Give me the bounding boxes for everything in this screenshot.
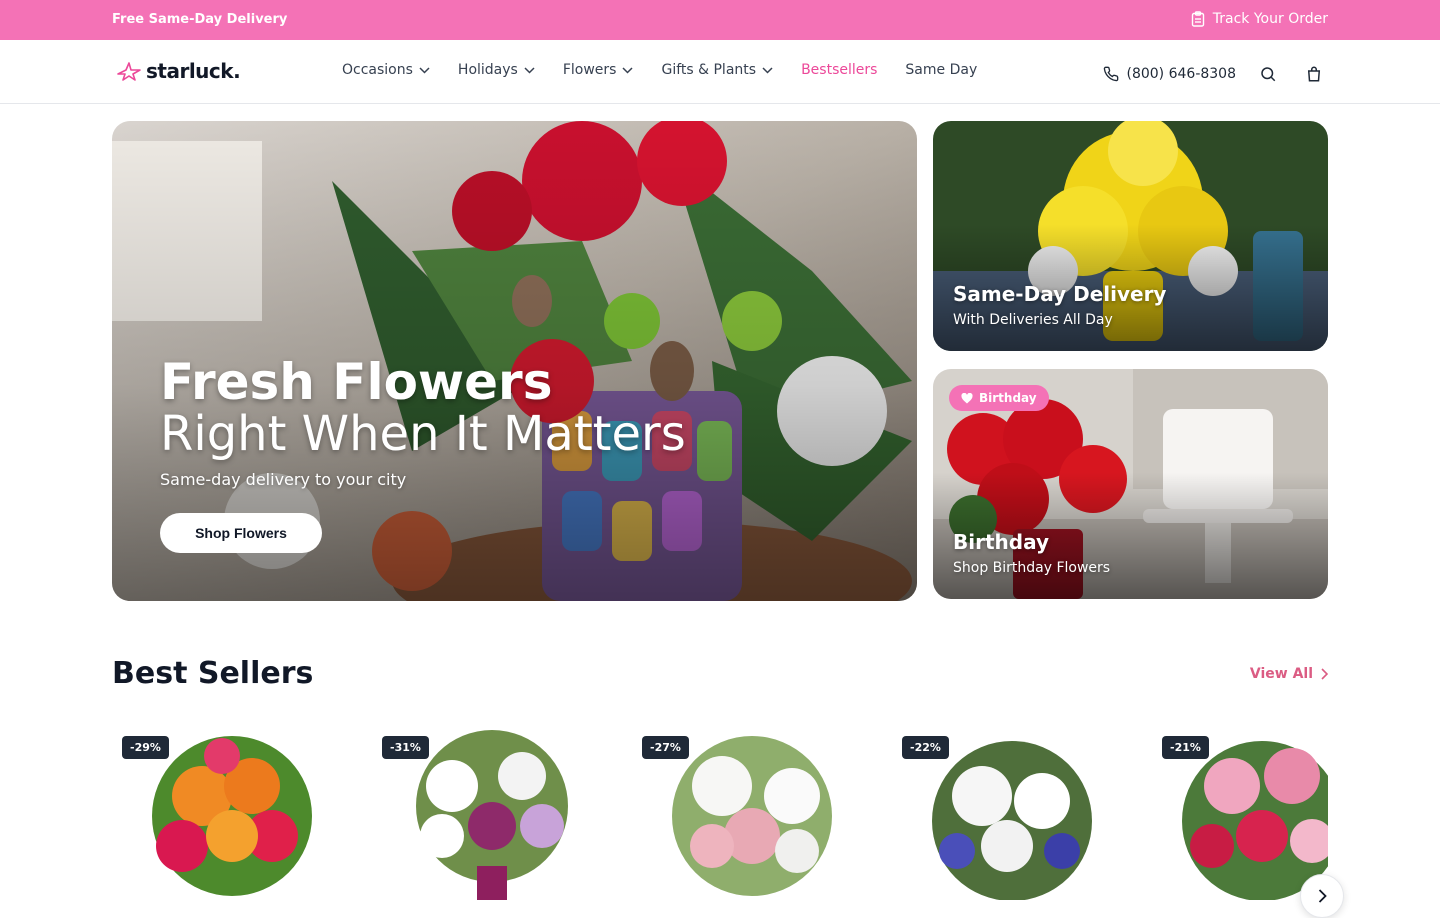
phone-number: (800) 646-8308 [1126,66,1237,82]
nav-holidays[interactable]: Holidays [458,62,535,78]
nav-label: Same Day [905,62,978,78]
nav-same-day[interactable]: Same Day [905,62,977,78]
search-icon [1261,67,1276,82]
view-all-link[interactable]: View All [1250,666,1328,682]
chevron-down-icon [524,66,535,74]
nav-label: Holidays [457,62,518,78]
chevron-right-icon [1318,889,1327,903]
hero-subtitle: Same-day delivery to your city [160,470,407,489]
star-logo-icon [117,62,141,81]
chevron-down-icon [622,66,633,74]
clipboard-icon [1191,11,1204,27]
best-sellers-title: Best Sellers [112,656,314,691]
nav-gifts-plants[interactable]: Gifts & Plants [661,62,773,78]
hero-title-secondary: Right When It Matters [160,406,686,462]
phone-link[interactable]: (800) 646-8308 [1103,66,1237,82]
logo-text: starluck. [146,59,241,83]
product-card[interactable]: -22% [892,726,1132,900]
view-all-label: View All [1249,666,1313,682]
discount-badge: -31% [382,736,429,759]
promo-text: Free Same-Day Delivery [112,12,288,27]
phone-icon [1103,66,1118,82]
chevron-down-icon [762,66,773,74]
discount-badge: -27% [642,736,689,759]
card-title: Birthday [953,530,1049,554]
track-order-link[interactable]: Track Your Order [1191,11,1328,27]
nav-label: Occasions [342,62,413,78]
carousel-next-button[interactable] [1300,874,1344,918]
header-actions: (800) 646-8308 [1103,60,1329,88]
hero-title: Fresh Flowers [160,353,553,411]
logo[interactable]: starluck. [116,59,241,83]
card-title: Same-Day Delivery [953,282,1167,306]
discount-badge: -22% [902,736,949,759]
heart-icon [961,392,973,403]
promo-bar: Free Same-Day Delivery Track Your Order [0,0,1440,40]
nav-bestsellers[interactable]: Bestsellers [801,62,877,78]
nav-occasions[interactable]: Occasions [342,62,430,78]
card-subtitle: Shop Birthday Flowers [953,560,1111,576]
nav-flowers[interactable]: Flowers [563,62,634,78]
main-nav: Occasions Holidays Flowers Gifts & Plant… [342,62,977,78]
birthday-card[interactable]: Birthday Birthday Shop Birthday Flowers [933,369,1328,599]
badge-label: Birthday [979,391,1037,405]
product-card[interactable]: -21% [1152,726,1328,900]
chevron-down-icon [419,66,430,74]
hero-banner[interactable]: Fresh Flowers Right When It Matters Same… [112,121,917,601]
discount-badge: -21% [1162,736,1209,759]
same-day-delivery-card[interactable]: Same-Day Delivery With Deliveries All Da… [933,121,1328,351]
shop-flowers-button[interactable]: Shop Flowers [160,513,322,553]
card-subtitle: With Deliveries All Day [953,312,1113,328]
site-header: starluck. Occasions Holidays Flowers Gif… [0,40,1440,104]
nav-label: Gifts & Plants [661,62,757,78]
chevron-right-icon [1321,668,1328,680]
product-card[interactable]: -31% [372,726,612,900]
product-card[interactable]: -27% [632,726,872,900]
cart-button[interactable] [1300,60,1328,88]
shopping-bag-icon [1307,66,1321,82]
birthday-badge: Birthday [949,385,1049,411]
product-card[interactable]: -29% [112,726,352,900]
track-order-label: Track Your Order [1212,11,1328,27]
discount-badge: -29% [122,736,169,759]
nav-label: Bestsellers [801,62,878,78]
nav-label: Flowers [562,62,617,78]
search-button[interactable] [1254,60,1282,88]
